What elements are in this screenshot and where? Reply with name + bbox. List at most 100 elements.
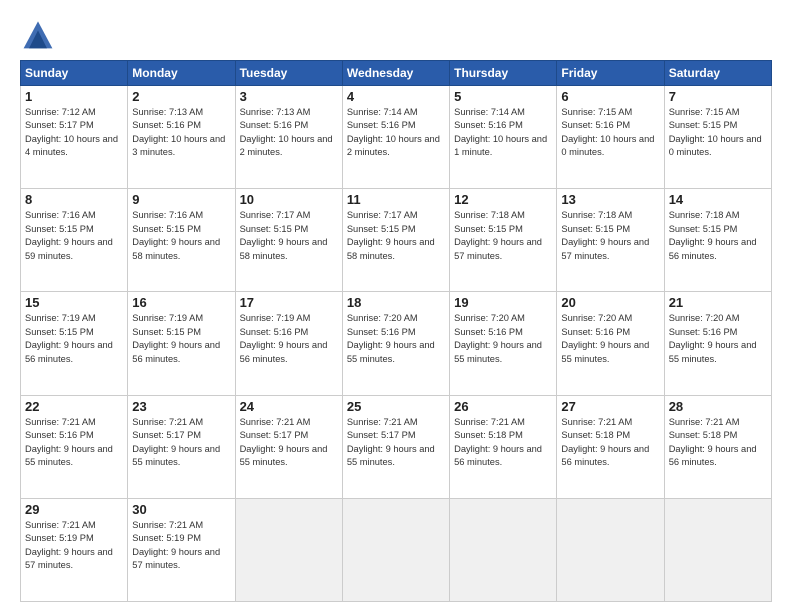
- day-number: 27: [561, 399, 659, 414]
- calendar-body: 1 Sunrise: 7:12 AM Sunset: 5:17 PM Dayli…: [21, 86, 772, 602]
- day-info: Sunrise: 7:20 AM Sunset: 5:16 PM Dayligh…: [561, 312, 659, 366]
- calendar: SundayMondayTuesdayWednesdayThursdayFrid…: [20, 60, 772, 602]
- day-info: Sunrise: 7:15 AM Sunset: 5:16 PM Dayligh…: [561, 106, 659, 160]
- day-info: Sunrise: 7:13 AM Sunset: 5:16 PM Dayligh…: [240, 106, 338, 160]
- day-number: 19: [454, 295, 552, 310]
- day-number: 14: [669, 192, 767, 207]
- day-info: Sunrise: 7:17 AM Sunset: 5:15 PM Dayligh…: [240, 209, 338, 263]
- day-info: Sunrise: 7:21 AM Sunset: 5:18 PM Dayligh…: [561, 416, 659, 470]
- calendar-cell: 3 Sunrise: 7:13 AM Sunset: 5:16 PM Dayli…: [235, 86, 342, 189]
- day-number: 10: [240, 192, 338, 207]
- day-number: 12: [454, 192, 552, 207]
- day-info: Sunrise: 7:19 AM Sunset: 5:15 PM Dayligh…: [25, 312, 123, 366]
- calendar-cell: [557, 498, 664, 601]
- day-number: 11: [347, 192, 445, 207]
- day-number: 16: [132, 295, 230, 310]
- calendar-cell: 10 Sunrise: 7:17 AM Sunset: 5:15 PM Dayl…: [235, 189, 342, 292]
- calendar-week-row: 22 Sunrise: 7:21 AM Sunset: 5:16 PM Dayl…: [21, 395, 772, 498]
- logo: [20, 16, 60, 52]
- calendar-cell: 16 Sunrise: 7:19 AM Sunset: 5:15 PM Dayl…: [128, 292, 235, 395]
- calendar-cell: 15 Sunrise: 7:19 AM Sunset: 5:15 PM Dayl…: [21, 292, 128, 395]
- day-number: 3: [240, 89, 338, 104]
- calendar-cell: 9 Sunrise: 7:16 AM Sunset: 5:15 PM Dayli…: [128, 189, 235, 292]
- day-info: Sunrise: 7:20 AM Sunset: 5:16 PM Dayligh…: [454, 312, 552, 366]
- day-number: 1: [25, 89, 123, 104]
- calendar-cell: 5 Sunrise: 7:14 AM Sunset: 5:16 PM Dayli…: [450, 86, 557, 189]
- day-info: Sunrise: 7:12 AM Sunset: 5:17 PM Dayligh…: [25, 106, 123, 160]
- day-number: 23: [132, 399, 230, 414]
- header: [20, 16, 772, 52]
- calendar-cell: 28 Sunrise: 7:21 AM Sunset: 5:18 PM Dayl…: [664, 395, 771, 498]
- calendar-cell: 23 Sunrise: 7:21 AM Sunset: 5:17 PM Dayl…: [128, 395, 235, 498]
- day-info: Sunrise: 7:21 AM Sunset: 5:19 PM Dayligh…: [25, 519, 123, 573]
- calendar-cell: 4 Sunrise: 7:14 AM Sunset: 5:16 PM Dayli…: [342, 86, 449, 189]
- day-of-week-header: Friday: [557, 61, 664, 86]
- calendar-cell: 7 Sunrise: 7:15 AM Sunset: 5:15 PM Dayli…: [664, 86, 771, 189]
- day-number: 4: [347, 89, 445, 104]
- calendar-cell: [664, 498, 771, 601]
- calendar-cell: 27 Sunrise: 7:21 AM Sunset: 5:18 PM Dayl…: [557, 395, 664, 498]
- days-of-week-row: SundayMondayTuesdayWednesdayThursdayFrid…: [21, 61, 772, 86]
- day-number: 2: [132, 89, 230, 104]
- day-number: 13: [561, 192, 659, 207]
- logo-icon: [20, 16, 56, 52]
- calendar-cell: 18 Sunrise: 7:20 AM Sunset: 5:16 PM Dayl…: [342, 292, 449, 395]
- calendar-cell: [450, 498, 557, 601]
- calendar-cell: 12 Sunrise: 7:18 AM Sunset: 5:15 PM Dayl…: [450, 189, 557, 292]
- page: SundayMondayTuesdayWednesdayThursdayFrid…: [0, 0, 792, 612]
- calendar-cell: 29 Sunrise: 7:21 AM Sunset: 5:19 PM Dayl…: [21, 498, 128, 601]
- day-number: 30: [132, 502, 230, 517]
- day-of-week-header: Tuesday: [235, 61, 342, 86]
- day-info: Sunrise: 7:18 AM Sunset: 5:15 PM Dayligh…: [454, 209, 552, 263]
- day-number: 28: [669, 399, 767, 414]
- calendar-cell: 25 Sunrise: 7:21 AM Sunset: 5:17 PM Dayl…: [342, 395, 449, 498]
- calendar-cell: 22 Sunrise: 7:21 AM Sunset: 5:16 PM Dayl…: [21, 395, 128, 498]
- calendar-cell: 17 Sunrise: 7:19 AM Sunset: 5:16 PM Dayl…: [235, 292, 342, 395]
- day-info: Sunrise: 7:21 AM Sunset: 5:17 PM Dayligh…: [132, 416, 230, 470]
- day-info: Sunrise: 7:21 AM Sunset: 5:16 PM Dayligh…: [25, 416, 123, 470]
- day-info: Sunrise: 7:18 AM Sunset: 5:15 PM Dayligh…: [669, 209, 767, 263]
- day-info: Sunrise: 7:16 AM Sunset: 5:15 PM Dayligh…: [25, 209, 123, 263]
- day-of-week-header: Monday: [128, 61, 235, 86]
- day-info: Sunrise: 7:13 AM Sunset: 5:16 PM Dayligh…: [132, 106, 230, 160]
- calendar-week-row: 8 Sunrise: 7:16 AM Sunset: 5:15 PM Dayli…: [21, 189, 772, 292]
- calendar-cell: 11 Sunrise: 7:17 AM Sunset: 5:15 PM Dayl…: [342, 189, 449, 292]
- day-number: 7: [669, 89, 767, 104]
- day-number: 24: [240, 399, 338, 414]
- day-number: 20: [561, 295, 659, 310]
- calendar-cell: 20 Sunrise: 7:20 AM Sunset: 5:16 PM Dayl…: [557, 292, 664, 395]
- calendar-week-row: 1 Sunrise: 7:12 AM Sunset: 5:17 PM Dayli…: [21, 86, 772, 189]
- calendar-cell: 1 Sunrise: 7:12 AM Sunset: 5:17 PM Dayli…: [21, 86, 128, 189]
- calendar-cell: 13 Sunrise: 7:18 AM Sunset: 5:15 PM Dayl…: [557, 189, 664, 292]
- calendar-cell: 19 Sunrise: 7:20 AM Sunset: 5:16 PM Dayl…: [450, 292, 557, 395]
- day-info: Sunrise: 7:20 AM Sunset: 5:16 PM Dayligh…: [669, 312, 767, 366]
- calendar-cell: 30 Sunrise: 7:21 AM Sunset: 5:19 PM Dayl…: [128, 498, 235, 601]
- day-of-week-header: Sunday: [21, 61, 128, 86]
- calendar-cell: 14 Sunrise: 7:18 AM Sunset: 5:15 PM Dayl…: [664, 189, 771, 292]
- calendar-header: SundayMondayTuesdayWednesdayThursdayFrid…: [21, 61, 772, 86]
- day-number: 5: [454, 89, 552, 104]
- calendar-week-row: 29 Sunrise: 7:21 AM Sunset: 5:19 PM Dayl…: [21, 498, 772, 601]
- day-number: 15: [25, 295, 123, 310]
- day-number: 18: [347, 295, 445, 310]
- day-info: Sunrise: 7:17 AM Sunset: 5:15 PM Dayligh…: [347, 209, 445, 263]
- day-number: 17: [240, 295, 338, 310]
- day-number: 25: [347, 399, 445, 414]
- day-number: 22: [25, 399, 123, 414]
- day-of-week-header: Saturday: [664, 61, 771, 86]
- day-info: Sunrise: 7:21 AM Sunset: 5:17 PM Dayligh…: [347, 416, 445, 470]
- day-info: Sunrise: 7:21 AM Sunset: 5:18 PM Dayligh…: [669, 416, 767, 470]
- calendar-cell: 8 Sunrise: 7:16 AM Sunset: 5:15 PM Dayli…: [21, 189, 128, 292]
- day-info: Sunrise: 7:20 AM Sunset: 5:16 PM Dayligh…: [347, 312, 445, 366]
- day-info: Sunrise: 7:15 AM Sunset: 5:15 PM Dayligh…: [669, 106, 767, 160]
- calendar-cell: 24 Sunrise: 7:21 AM Sunset: 5:17 PM Dayl…: [235, 395, 342, 498]
- day-number: 9: [132, 192, 230, 207]
- day-info: Sunrise: 7:21 AM Sunset: 5:18 PM Dayligh…: [454, 416, 552, 470]
- day-info: Sunrise: 7:18 AM Sunset: 5:15 PM Dayligh…: [561, 209, 659, 263]
- calendar-week-row: 15 Sunrise: 7:19 AM Sunset: 5:15 PM Dayl…: [21, 292, 772, 395]
- day-info: Sunrise: 7:14 AM Sunset: 5:16 PM Dayligh…: [454, 106, 552, 160]
- calendar-cell: [235, 498, 342, 601]
- day-number: 26: [454, 399, 552, 414]
- day-of-week-header: Thursday: [450, 61, 557, 86]
- day-info: Sunrise: 7:19 AM Sunset: 5:15 PM Dayligh…: [132, 312, 230, 366]
